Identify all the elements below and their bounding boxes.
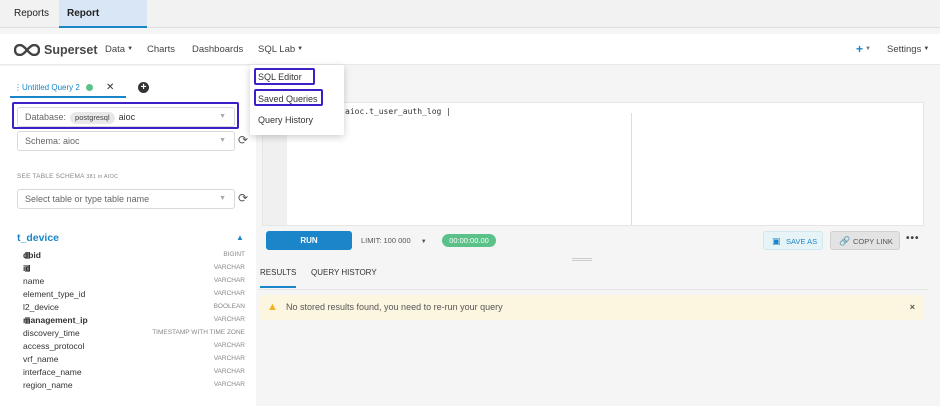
column-type: BOOLEAN bbox=[213, 303, 245, 310]
table-name[interactable]: t_device bbox=[17, 232, 59, 244]
table-count: 381 in AIOC bbox=[86, 174, 119, 180]
warning-icon: ▲ bbox=[267, 301, 278, 313]
column-name: region_name bbox=[23, 380, 73, 390]
column-type: VARCHAR bbox=[213, 381, 245, 388]
more-options-icon[interactable]: ••• bbox=[906, 233, 920, 244]
run-button[interactable]: RUN bbox=[266, 231, 352, 250]
column-name: name bbox=[23, 276, 45, 286]
save-as-button[interactable]: ▣ SAVE AS bbox=[763, 231, 823, 250]
column-name: vrf_name bbox=[23, 354, 59, 364]
column-row[interactable]: dbid BIGINT bbox=[23, 250, 245, 263]
column-row[interactable]: vrf_name VARCHAR bbox=[23, 354, 245, 367]
tab-results[interactable]: RESULTS bbox=[260, 268, 297, 288]
table-select-placeholder: Select table or type table name bbox=[25, 194, 150, 204]
add-tab-icon[interactable]: + bbox=[138, 82, 149, 93]
nav-settings-label: Settings bbox=[887, 44, 922, 56]
main-navbar: Superset Data ▼ Charts Dashboards SQL Lab… bbox=[0, 34, 940, 65]
brand-name: Superset bbox=[44, 42, 98, 57]
column-type: VARCHAR bbox=[213, 355, 245, 362]
status-dot-icon bbox=[86, 84, 93, 91]
query-timer: 00:00:00.00 bbox=[442, 234, 496, 247]
caret-down-icon: ▼ bbox=[923, 46, 930, 52]
column-type: VARCHAR bbox=[213, 277, 245, 284]
column-type: VARCHAR bbox=[213, 264, 245, 271]
column-type: VARCHAR bbox=[213, 368, 245, 375]
column-name: dbid bbox=[23, 250, 41, 260]
menu-query-history[interactable]: Query History bbox=[258, 115, 313, 125]
link-icon: 🔗 bbox=[839, 236, 851, 246]
editor-divider bbox=[631, 113, 632, 225]
table-schema-header: SEE TABLE SCHEMA 381 in AIOC bbox=[17, 173, 119, 180]
caret-down-icon: ▼ bbox=[127, 46, 134, 52]
chevron-down-icon: ▼ bbox=[219, 195, 226, 202]
column-name: interface_name bbox=[23, 367, 82, 377]
column-type: TIMESTAMP WITH TIME ZONE bbox=[152, 329, 245, 336]
caret-down-icon: ▼ bbox=[297, 46, 304, 52]
caret-down-icon: ▼ bbox=[865, 46, 871, 53]
superset-logo[interactable]: Superset bbox=[14, 41, 98, 58]
column-row[interactable]: region_name VARCHAR bbox=[23, 380, 245, 393]
nav-data[interactable]: Data ▼ bbox=[105, 34, 133, 65]
refresh-icon[interactable]: ⟳ bbox=[238, 191, 248, 205]
table-select[interactable]: Select table or type table name ▼ bbox=[17, 189, 235, 209]
nav-charts[interactable]: Charts bbox=[147, 34, 175, 65]
nav-dashboards[interactable]: Dashboards bbox=[192, 34, 243, 65]
column-name: discovery_time bbox=[23, 328, 80, 338]
query-tab-label: Untitled Query 2 bbox=[22, 83, 80, 92]
column-row[interactable]: name VARCHAR bbox=[23, 276, 245, 289]
nav-sql-lab-label: SQL Lab bbox=[258, 44, 296, 56]
column-row[interactable]: l2_device BOOLEAN bbox=[23, 302, 245, 315]
column-name: element_type_id bbox=[23, 289, 86, 299]
column-name: access_protocol bbox=[23, 341, 85, 351]
nav-settings[interactable]: Settings ▼ bbox=[887, 34, 929, 65]
tab-query-history[interactable]: QUERY HISTORY bbox=[311, 268, 377, 277]
tab-reports[interactable]: Reports bbox=[6, 0, 57, 28]
column-type: VARCHAR bbox=[213, 342, 245, 349]
editor-code[interactable]: aioc.t_user_auth_log | bbox=[345, 107, 451, 116]
column-type: VARCHAR bbox=[213, 290, 245, 297]
column-name: id bbox=[23, 263, 31, 273]
column-type: VARCHAR bbox=[213, 316, 245, 323]
new-plus-button[interactable]: + ▼ bbox=[856, 34, 871, 65]
close-icon[interactable]: × bbox=[910, 295, 915, 320]
column-type: BIGINT bbox=[223, 251, 245, 258]
results-tab-divider bbox=[258, 289, 928, 290]
app-tab-bar: Reports Report Designer bbox=[0, 0, 940, 47]
caret-down-icon: ▼ bbox=[420, 239, 427, 245]
sql-editor[interactable]: aioc.t_user_auth_log | bbox=[262, 102, 924, 226]
tab-report-designer[interactable]: Report Designer bbox=[59, 0, 147, 47]
column-name: management_ip bbox=[23, 315, 88, 325]
nav-sql-lab[interactable]: SQL Lab ▼ bbox=[258, 34, 303, 65]
schema-select[interactable]: Schema: aioc ▼ bbox=[17, 131, 235, 151]
limit-dropdown[interactable]: LIMIT: 100 000 ▼ bbox=[361, 231, 427, 250]
chevron-down-icon: ▼ bbox=[219, 137, 226, 144]
nav-data-label: Data bbox=[105, 44, 126, 56]
column-row[interactable]: discovery_time TIMESTAMP WITH TIME ZONE bbox=[23, 328, 245, 341]
close-icon[interactable]: ✕ bbox=[106, 78, 114, 98]
column-row[interactable]: management_ip VARCHAR bbox=[23, 315, 245, 328]
column-row[interactable]: interface_name VARCHAR bbox=[23, 367, 245, 380]
save-icon: ▣ bbox=[772, 236, 781, 246]
query-tab[interactable]: ⋮ Untitled Query 2 ✕ bbox=[10, 78, 126, 98]
chevron-up-icon[interactable]: ▲ bbox=[236, 233, 244, 242]
column-row[interactable]: id VARCHAR bbox=[23, 263, 245, 276]
plus-icon: + bbox=[856, 42, 864, 56]
drag-handle-icon: ⋮ bbox=[14, 83, 22, 92]
limit-label: LIMIT: 100 000 bbox=[361, 236, 411, 245]
save-as-label: SAVE AS bbox=[786, 237, 818, 246]
refresh-icon[interactable]: ⟳ bbox=[238, 133, 248, 147]
resize-handle[interactable] bbox=[572, 258, 592, 261]
alert-message: No stored results found, you need to re-… bbox=[286, 302, 503, 312]
column-row[interactable]: access_protocol VARCHAR bbox=[23, 341, 245, 354]
no-results-alert: ▲ No stored results found, you need to r… bbox=[260, 295, 924, 320]
copy-link-button[interactable]: 🔗 COPY LINK bbox=[830, 231, 900, 250]
column-row[interactable]: element_type_id VARCHAR bbox=[23, 289, 245, 302]
schema-value: Schema: aioc bbox=[25, 136, 80, 146]
sql-editor-highlight-box bbox=[254, 68, 315, 85]
column-name: l2_device bbox=[23, 302, 59, 312]
superset-logo-icon bbox=[14, 43, 40, 56]
database-highlight-box bbox=[12, 102, 239, 129]
copy-link-label: COPY LINK bbox=[853, 237, 893, 246]
saved-queries-highlight-box bbox=[254, 89, 323, 106]
